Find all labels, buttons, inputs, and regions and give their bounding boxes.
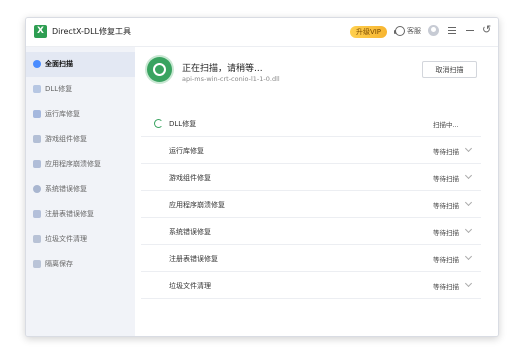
sidebar-item-game[interactable]: 游戏组件修复: [26, 127, 135, 152]
chevron-down-icon[interactable]: [464, 225, 473, 234]
row-name: 游戏组件修复: [169, 174, 211, 182]
chevron-down-icon[interactable]: [464, 144, 473, 153]
scan-row[interactable]: 运行库修复 等待扫描: [141, 136, 481, 164]
minimize-icon[interactable]: [466, 30, 474, 32]
main-panel: 正在扫描，请稍等... api-ms-win-crt-conio-l1-1-0.…: [135, 47, 498, 336]
app-window: X DirectX-DLL修复工具 升级VIP 客服 ↺ 全面扫描 DLL修复 …: [25, 17, 499, 337]
row-name: 垃圾文件清理: [169, 282, 211, 290]
scanning-icon: [147, 57, 172, 82]
cancel-scan-button[interactable]: 取消扫描: [422, 61, 477, 78]
sidebar-item-app-crash[interactable]: 应用程序崩溃修复: [26, 152, 135, 177]
upgrade-vip-button[interactable]: 升级VIP: [350, 26, 387, 38]
scan-row[interactable]: 应用程序崩溃修复 等待扫描: [141, 190, 481, 218]
scan-icon: [33, 60, 41, 68]
document-icon: [33, 260, 41, 268]
gamepad-icon: [33, 135, 41, 143]
file-icon: [33, 85, 41, 93]
chevron-down-icon[interactable]: [464, 171, 473, 180]
row-status: 等待扫描: [433, 229, 459, 237]
gear-icon: [33, 185, 41, 193]
menu-icon[interactable]: [448, 27, 456, 34]
scan-row[interactable]: 注册表错误修复 等待扫描: [141, 244, 481, 272]
sidebar: 全面扫描 DLL修复 运行库修复 游戏组件修复 应用程序崩溃修复 系统错误修复 …: [26, 47, 135, 336]
scan-row: DLL修复 扫描中...: [141, 109, 481, 137]
code-icon: [33, 110, 41, 118]
row-name: 应用程序崩溃修复: [169, 201, 225, 209]
sidebar-item-full-scan[interactable]: 全面扫描: [26, 52, 135, 77]
sidebar-item-label: 运行库修复: [45, 110, 80, 118]
sidebar-item-registry[interactable]: 注册表错误修复: [26, 202, 135, 227]
sidebar-item-label: 垃圾文件清理: [45, 235, 87, 243]
app-logo-icon: X: [34, 25, 47, 38]
chevron-down-icon[interactable]: [464, 252, 473, 261]
row-name: 注册表错误修复: [169, 255, 218, 263]
chevron-down-icon[interactable]: [464, 279, 473, 288]
row-status: 等待扫描: [433, 175, 459, 183]
sidebar-item-junk[interactable]: 垃圾文件清理: [26, 227, 135, 252]
sidebar-item-label: DLL修复: [45, 85, 73, 93]
sidebar-item-label: 注册表错误修复: [45, 210, 94, 218]
avatar-icon[interactable]: [428, 25, 439, 36]
spinner-icon: [154, 119, 163, 128]
app-title: DirectX-DLL修复工具: [52, 27, 131, 36]
sidebar-item-label: 隔离保存: [45, 260, 73, 268]
row-status: 等待扫描: [433, 202, 459, 210]
scan-row[interactable]: 游戏组件修复 等待扫描: [141, 163, 481, 191]
sidebar-item-label: 应用程序崩溃修复: [45, 160, 101, 168]
sidebar-item-runtime[interactable]: 运行库修复: [26, 102, 135, 127]
row-name: 系统错误修复: [169, 228, 211, 236]
sidebar-item-label: 游戏组件修复: [45, 135, 87, 143]
registry-icon: [33, 210, 41, 218]
title-bar: X DirectX-DLL修复工具 升级VIP 客服 ↺: [26, 18, 498, 47]
sidebar-item-quarantine[interactable]: 隔离保存: [26, 252, 135, 277]
row-status: 等待扫描: [433, 148, 459, 156]
row-status: 等待扫描: [433, 256, 459, 264]
row-status: 扫描中...: [433, 121, 459, 129]
scan-row[interactable]: 系统错误修复 等待扫描: [141, 217, 481, 245]
row-status: 等待扫描: [433, 283, 459, 291]
support-button[interactable]: 客服: [407, 26, 421, 36]
row-name: DLL修复: [169, 120, 197, 128]
sidebar-item-label: 全面扫描: [45, 60, 73, 68]
close-icon[interactable]: ↺: [482, 23, 491, 37]
headset-icon[interactable]: [394, 26, 405, 36]
current-file: api-ms-win-crt-conio-l1-1-0.dll: [182, 75, 280, 83]
chevron-down-icon[interactable]: [464, 198, 473, 207]
row-name: 运行库修复: [169, 147, 204, 155]
sidebar-item-system[interactable]: 系统错误修复: [26, 177, 135, 202]
scan-title: 正在扫描，请稍等...: [182, 64, 263, 74]
scan-row[interactable]: 垃圾文件清理 等待扫描: [141, 271, 481, 299]
sidebar-item-label: 系统错误修复: [45, 185, 87, 193]
sidebar-item-dll[interactable]: DLL修复: [26, 77, 135, 102]
trash-icon: [33, 235, 41, 243]
app-grid-icon: [33, 160, 41, 168]
